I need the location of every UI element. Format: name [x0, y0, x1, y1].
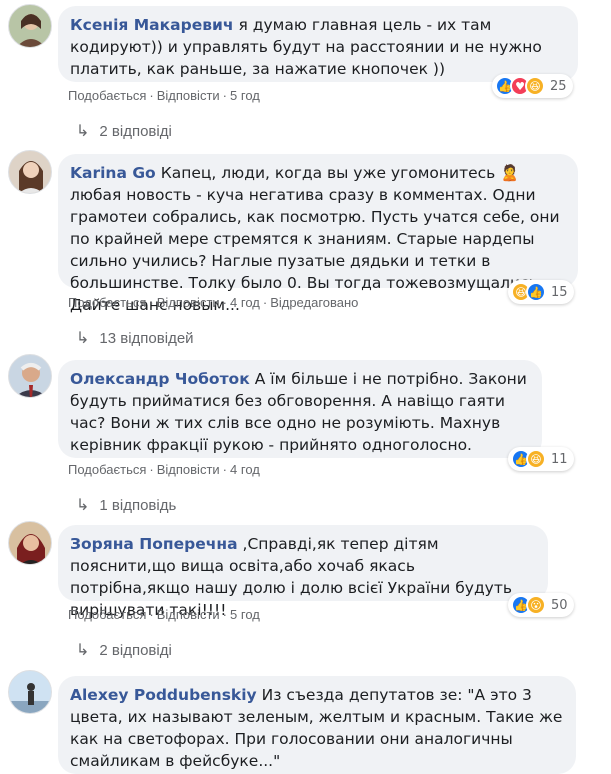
- wow-reaction-icon: 😮: [526, 595, 546, 615]
- reply-link[interactable]: Відповісти: [157, 462, 220, 477]
- reply-link[interactable]: Відповісти: [157, 88, 220, 103]
- avatar-image: [19, 161, 43, 193]
- reaction-count: 25: [550, 78, 567, 94]
- reaction-summary[interactable]: 😆 👍 15: [508, 280, 574, 304]
- timestamp[interactable]: 5 год: [230, 607, 260, 622]
- like-reaction-icon: 👍: [526, 282, 546, 302]
- timestamp[interactable]: 4 год: [230, 462, 260, 477]
- timestamp[interactable]: 4 год: [230, 295, 260, 310]
- reaction-summary[interactable]: 👍 😆 11: [508, 447, 574, 471]
- comment-text: Капец, люди, когда вы уже угомонитесь 🙎 …: [70, 164, 560, 314]
- replies-count: 1 відповідь: [99, 497, 177, 514]
- author-name[interactable]: Karina Go: [70, 164, 156, 182]
- timestamp[interactable]: 5 год: [230, 88, 260, 103]
- comment-actions: Подобається · Відповісти · 5 год: [68, 88, 260, 103]
- reaction-count: 11: [551, 451, 568, 467]
- comment-bubble: Ксенія Макаревич я думаю главная цель - и…: [58, 6, 578, 82]
- avatar[interactable]: [8, 670, 52, 714]
- like-link[interactable]: Подобається: [68, 295, 146, 310]
- avatar-image: [9, 683, 51, 713]
- avatar-image: [16, 14, 46, 47]
- reaction-summary[interactable]: 👍 ♥ 😆 25: [492, 74, 573, 98]
- reaction-summary[interactable]: 👍 😮 50: [508, 593, 574, 617]
- avatar-image: [17, 534, 45, 564]
- replies-count: 2 відповіді: [99, 642, 172, 659]
- replies-count: 13 відповідей: [99, 330, 194, 347]
- avatar[interactable]: [8, 354, 52, 398]
- reply-link[interactable]: Відповісти: [157, 607, 220, 622]
- reply-arrow-icon: ↳: [76, 123, 90, 140]
- avatar[interactable]: [8, 4, 52, 48]
- haha-reaction-icon: 😆: [526, 449, 546, 469]
- view-replies-link[interactable]: ↳ 13 відповідей: [76, 328, 194, 348]
- avatar[interactable]: [8, 150, 52, 194]
- like-link[interactable]: Подобається: [68, 88, 146, 103]
- view-replies-link[interactable]: ↳ 2 відповіді: [76, 121, 172, 141]
- reaction-count: 50: [551, 597, 568, 613]
- comment-bubble: Alexey Poddubenskiy Из съезда депутатов з…: [58, 676, 576, 774]
- edited-label[interactable]: Відредаговано: [270, 295, 358, 310]
- author-name[interactable]: Зоряна Поперечна: [70, 535, 238, 553]
- avatar[interactable]: [8, 521, 52, 565]
- like-link[interactable]: Подобається: [68, 462, 146, 477]
- comment-actions: Подобається · Відповісти · 5 год: [68, 607, 260, 622]
- haha-reaction-icon: 😆: [525, 76, 545, 96]
- author-name[interactable]: Alexey Poddubenskiy: [70, 686, 257, 704]
- comment-bubble: Karina Go Капец, люди, когда вы уже угомо…: [58, 154, 578, 314]
- reply-arrow-icon: ↳: [76, 497, 90, 514]
- author-name[interactable]: Ксенія Макаревич: [70, 16, 234, 34]
- author-name[interactable]: Олександр Чоботок: [70, 370, 250, 388]
- reply-link[interactable]: Відповісти: [157, 295, 220, 310]
- reply-arrow-icon: ↳: [76, 642, 90, 659]
- view-replies-link[interactable]: ↳ 1 відповідь: [76, 495, 176, 515]
- avatar-image: [15, 363, 47, 397]
- comment-actions: Подобається · Відповісти · 4 год: [68, 462, 260, 477]
- view-replies-link[interactable]: ↳ 2 відповіді: [76, 640, 172, 660]
- reply-arrow-icon: ↳: [76, 330, 90, 347]
- replies-count: 2 відповіді: [99, 123, 172, 140]
- comment-bubble: Зоряна Поперечна ,Справді,як тепер дітям …: [58, 525, 548, 619]
- comment-bubble: Олександр Чоботок А їм більше і не потріб…: [58, 360, 542, 458]
- like-link[interactable]: Подобається: [68, 607, 146, 622]
- reaction-count: 15: [551, 284, 568, 300]
- comment-actions: Подобається · Відповісти · 4 год · Відредагова…: [68, 295, 359, 310]
